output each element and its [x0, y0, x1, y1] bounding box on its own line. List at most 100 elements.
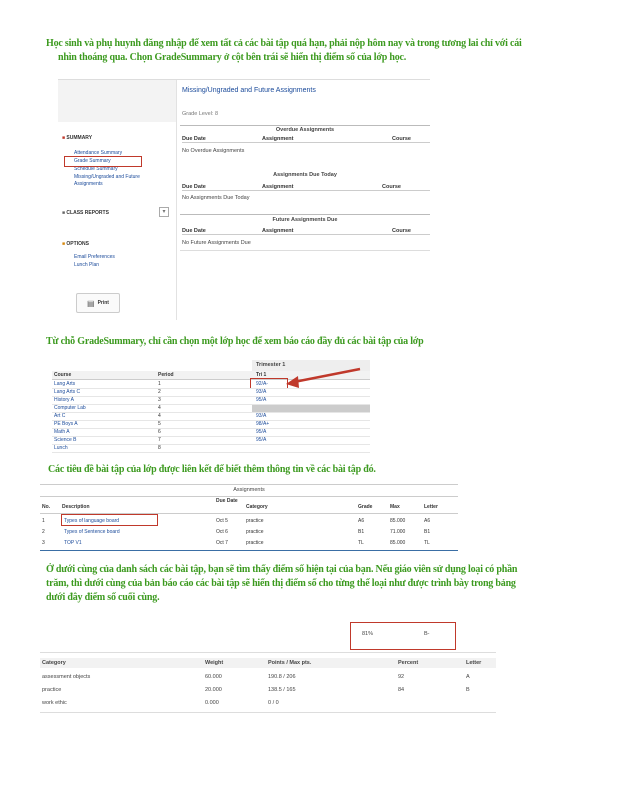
grade-link[interactable]: 93/A	[256, 413, 266, 419]
empty-row: No Assignments Due Today	[182, 195, 250, 201]
trimester-heading: Trimester 1	[256, 362, 286, 368]
sidebar-item-missing[interactable]: Missing/Ungraded and Future	[74, 174, 140, 180]
assignment-link[interactable]: Types of Sentence board	[64, 529, 120, 535]
col-header: Course	[392, 136, 411, 142]
grade-link[interactable]: 92/A-	[256, 381, 268, 387]
grade-cell: B1	[358, 529, 365, 535]
points-cell: 0 / 0	[268, 700, 279, 706]
option-lunch-plan[interactable]: Lunch Plan	[74, 262, 99, 268]
course-link[interactable]: Math A	[54, 429, 70, 435]
grade-cell: TL	[358, 540, 364, 546]
letter-cell: TL	[424, 540, 430, 546]
section-title: Assignments Due Today	[273, 172, 337, 178]
grade-link[interactable]: 95/A	[256, 437, 266, 443]
section-title: Future Assignments Due	[272, 217, 338, 223]
no-cell: 3	[42, 540, 45, 546]
col-header: Due Date	[182, 228, 206, 234]
category-cell: practice	[246, 540, 264, 546]
weight-cell: 60.000	[205, 674, 222, 680]
class-reports-icon: ■	[62, 210, 66, 216]
empty-row: No Future Assignments Due	[182, 240, 251, 246]
col-header: Max	[390, 504, 400, 510]
col-header: Course	[392, 228, 411, 234]
page-title: Missing/Ungraded and Future Assignments	[182, 87, 316, 94]
course-link[interactable]: Art C	[54, 413, 65, 419]
sidebar-header	[58, 80, 176, 122]
section-title: Overdue Assignments	[275, 127, 335, 133]
course-link[interactable]: Computer Lab	[54, 405, 86, 411]
col-header: Letter	[424, 504, 438, 510]
paragraph-line: dưới đây điểm số cuối cùng.	[46, 592, 160, 603]
print-label: Print	[97, 300, 109, 306]
option-email-preferences[interactable]: Email Preferences	[74, 254, 115, 260]
instruction-paragraph-1: Học sinh và phụ huynh đăng nhập để xem t…	[46, 37, 606, 65]
sidebar-item-missing-cont[interactable]: Assignments	[74, 181, 103, 187]
weight-cell: 0.000	[205, 700, 219, 706]
percent-cell: 92	[398, 674, 405, 680]
col-header: Category	[246, 504, 268, 510]
screenshot-category-scores: 81% B- Category Weight Points / Max pts.…	[40, 620, 496, 715]
category-cell: practice	[246, 529, 264, 535]
grade-cell: A6	[358, 518, 365, 524]
grade-link[interactable]: 95/A	[256, 429, 266, 435]
category-cell: practice	[42, 687, 62, 693]
col-header: Category	[42, 660, 66, 666]
assignment-row: 3 TOP V1 Oct 7 practice TL 85.000 TL	[40, 538, 458, 548]
course-link[interactable]: Lang Arts C	[54, 389, 80, 395]
category-cell: practice	[246, 518, 264, 524]
grade-level: Grade Level: 8	[182, 111, 219, 117]
grade-link[interactable]: 95/A	[256, 397, 266, 403]
printer-icon: ▤	[87, 298, 95, 308]
col-header: Weight	[205, 660, 224, 666]
period-cell: 8	[158, 445, 161, 451]
period-cell: 4	[158, 413, 161, 419]
summary-heading: SUMMARY	[66, 135, 93, 141]
assignment-link[interactable]: TOP V1	[64, 540, 82, 546]
category-cell: work ethic	[42, 700, 67, 706]
assignment-link[interactable]: Types of language board	[64, 518, 119, 524]
max-cell: 85.000	[390, 518, 406, 524]
col-header: Course	[382, 184, 401, 190]
period-cell: 2	[158, 389, 161, 395]
grade-summary-highlight	[64, 156, 142, 167]
print-button[interactable]: ▤ Print	[76, 293, 120, 313]
grade-link[interactable]: 93/A	[256, 389, 266, 395]
percent-cell: 84	[398, 687, 405, 693]
grade-link[interactable]: 98/A+	[256, 421, 269, 427]
chevron-down-icon[interactable]: ▾	[159, 207, 169, 217]
period-cell: 1	[158, 381, 161, 387]
col-header: Letter	[466, 660, 482, 666]
grade-row[interactable]: Lunch 8	[52, 444, 370, 453]
instruction-paragraph-2: Từ chỗ GradeSummary, chỉ cần chọn một lớ…	[46, 336, 424, 347]
period-cell: 6	[158, 429, 161, 435]
letter-cell: A	[466, 674, 470, 680]
category-row: work ethic 0.000 0 / 0	[40, 699, 496, 709]
instruction-paragraph-4: Ở dưới cùng của danh sách các bài tập, b…	[46, 563, 611, 605]
total-percent: 81%	[362, 631, 374, 637]
course-link[interactable]: Science B	[54, 437, 77, 443]
instruction-paragraph-3: Các tiêu đề bài tập của lớp được liên kế…	[48, 464, 376, 475]
no-cell: 1	[42, 518, 45, 524]
max-cell: 85.000	[390, 540, 406, 546]
course-link[interactable]: Lang Arts	[54, 381, 75, 387]
paragraph-line: nhìn thoáng qua. Chọn GradeSummary ở cột…	[58, 52, 407, 63]
col-header: Due Date	[216, 498, 238, 504]
assignment-row: 1 Types of language board Oct 5 practice A6 8…	[40, 516, 458, 526]
course-link[interactable]: History A	[54, 397, 74, 403]
col-course: Course	[54, 372, 72, 378]
screenshot-missing-assignments: ■ SUMMARY Attendance Summary Grade Summa…	[58, 79, 430, 320]
letter-cell: A6	[424, 518, 431, 524]
course-link[interactable]: PE Boys A	[54, 421, 78, 427]
col-header: Assignment	[262, 136, 294, 142]
col-header: Due Date	[182, 184, 206, 190]
course-link[interactable]: Lunch	[54, 445, 68, 451]
col-header: Description	[62, 504, 90, 510]
no-cell: 2	[42, 529, 45, 535]
period-cell: 4	[158, 405, 161, 411]
period-cell: 7	[158, 437, 161, 443]
max-cell: 71.000	[390, 529, 406, 535]
empty-row: No Overdue Assignments	[182, 148, 245, 154]
options-icon: ■	[62, 241, 66, 247]
class-reports-heading[interactable]: CLASS REPORTS	[66, 210, 109, 216]
paragraph-line: Ở dưới cùng của danh sách các bài tập, b…	[46, 564, 518, 575]
